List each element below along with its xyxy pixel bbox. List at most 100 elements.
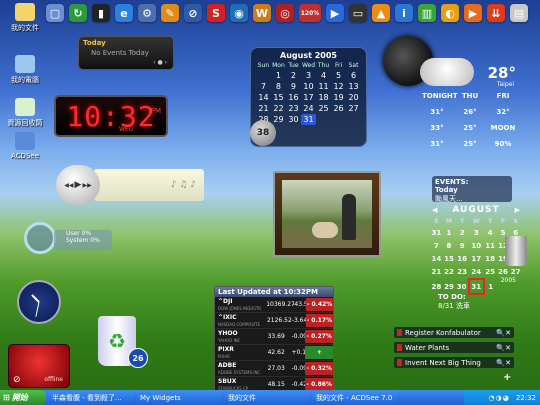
august-day[interactable]: 15	[443, 252, 456, 265]
august-day[interactable]: 1	[484, 279, 497, 294]
recycle-bin-widget[interactable]: ♻ 26	[94, 312, 148, 370]
todo-add-button[interactable]: +	[503, 372, 511, 383]
august-day[interactable]: 11	[484, 239, 497, 252]
desktop-icon[interactable]: ▢	[46, 4, 64, 22]
calendar-day[interactable]: 20	[346, 92, 361, 103]
winamp-icon[interactable]: W	[253, 4, 271, 22]
calendar-day[interactable]: 9	[286, 81, 301, 92]
notes-icon[interactable]: ▤	[510, 4, 528, 22]
desktop-icon-item[interactable]: 我的電腦	[5, 55, 45, 85]
calendar-day[interactable]: 15	[271, 92, 286, 103]
globe-icon[interactable]: ◉	[230, 4, 248, 22]
forward-icon[interactable]: ▶	[464, 4, 482, 22]
august-day[interactable]: 23	[455, 265, 469, 279]
calendar-day[interactable]: 11	[316, 81, 331, 92]
august-day[interactable]: 31	[430, 226, 443, 239]
calendar-day[interactable]: 5	[331, 70, 346, 81]
august-day[interactable]: 8	[443, 239, 456, 252]
events-widget-dots[interactable]: ‹ ● ›	[153, 59, 167, 66]
calendar-day[interactable]	[346, 114, 361, 125]
august-day[interactable]: 10	[469, 239, 484, 252]
todo-item-actions-icon[interactable]: 🔍✕	[496, 329, 514, 337]
august-day[interactable]: 16	[455, 252, 469, 265]
august-day[interactable]: 29	[443, 279, 456, 294]
calendar-day[interactable]: 1	[271, 70, 286, 81]
august-day[interactable]: 2	[455, 226, 469, 239]
todo-checkbox[interactable]	[397, 329, 402, 336]
august-day[interactable]: 21	[430, 265, 443, 279]
vlc-icon[interactable]: ▲	[372, 4, 390, 22]
desktop-icon-item[interactable]: ACDSee	[5, 132, 45, 160]
calendar-day[interactable]: 23	[286, 103, 301, 114]
calendar-day[interactable]: 26	[331, 103, 346, 114]
calendar-day[interactable]: 8	[271, 81, 286, 92]
calendar-day[interactable]	[316, 114, 331, 125]
calendar-day[interactable]: 3	[301, 70, 316, 81]
todo-checkbox[interactable]	[397, 359, 402, 366]
taskbar-window-button[interactable]: My Widgets	[136, 390, 222, 405]
calendar-day[interactable]: 12	[331, 81, 346, 92]
calendar-day[interactable]: 7	[256, 81, 271, 92]
down-arrow-icon[interactable]: ⇊	[487, 4, 505, 22]
ie-icon[interactable]: e	[115, 4, 133, 22]
calendar-day[interactable]: 10	[301, 81, 316, 92]
calendar-day[interactable]	[331, 114, 346, 125]
calendar-day[interactable]: 30	[286, 114, 301, 125]
august-next-icon[interactable]: ▶	[515, 206, 520, 214]
todo-item-actions-icon[interactable]: 🔍✕	[496, 344, 514, 352]
august-day[interactable]: 4	[484, 226, 497, 239]
refresh-icon[interactable]: ↻	[69, 4, 87, 22]
august-day[interactable]: 3	[469, 226, 484, 239]
info-icon[interactable]: i	[395, 4, 413, 22]
august-day[interactable]: 18	[484, 252, 497, 265]
august-day[interactable]: 24	[469, 265, 484, 279]
august-day[interactable]: 17	[469, 252, 484, 265]
august-prev-icon[interactable]: ◀	[432, 206, 437, 214]
august-day[interactable]: 22	[443, 265, 456, 279]
august-day[interactable]: 9	[455, 239, 469, 252]
taskbar-window-button[interactable]: 我的文件 - ACDSee 7.0	[312, 390, 398, 405]
calendar-day[interactable]: 29	[271, 114, 286, 125]
play-icon[interactable]: ▶	[326, 4, 344, 22]
calendar-day[interactable]: 24	[301, 103, 316, 114]
shell-icon[interactable]: ◐	[441, 4, 459, 22]
spyware-icon[interactable]: ⊘	[184, 4, 202, 22]
desktop-icon-item[interactable]: 資源回收筒	[5, 98, 45, 128]
battery-icon[interactable]: ▥	[418, 4, 436, 22]
stock-row[interactable]: YHOO YAHOO INC 33.69 -0.09- 0.27%	[215, 329, 333, 345]
percent-icon[interactable]: 120%	[299, 4, 321, 22]
august-day[interactable]: 25	[484, 265, 497, 279]
calendar-day[interactable]: 25	[316, 103, 331, 114]
s-app-icon[interactable]: S	[207, 4, 225, 22]
small-recycle-bin-icon[interactable]	[505, 236, 527, 266]
calendar-day[interactable]: 4	[316, 70, 331, 81]
calendar-day[interactable]: 18	[316, 92, 331, 103]
calendar-day[interactable]: 19	[331, 92, 346, 103]
august-day[interactable]: 31	[467, 278, 485, 295]
calendar-day[interactable]: 22	[271, 103, 286, 114]
august-day[interactable]: 7	[430, 239, 443, 252]
todo-checkbox[interactable]	[397, 344, 402, 351]
todo-item[interactable]: Water Plants 🔍✕	[394, 342, 514, 353]
fast-forward-icon[interactable]: ▶▶	[82, 182, 91, 189]
calendar-day[interactable]: 31	[300, 114, 317, 125]
screen-icon[interactable]: ▭	[349, 4, 367, 22]
taskbar-window-button[interactable]: 半森看腹 - 看到殺了...	[48, 390, 134, 405]
calendar-day[interactable]: 16	[286, 92, 301, 103]
media-icon[interactable]: ◎	[276, 4, 294, 22]
stock-row[interactable]: ADBE ADOBE SYSTEMS INC 27.03 -0.09- 0.32%	[215, 361, 333, 377]
start-button[interactable]: ⊞ 開始	[0, 390, 46, 405]
stock-row[interactable]: ^DJI DOW JONES INDUSTR 10369.27 -43.55- 0.4…	[215, 297, 333, 313]
august-day[interactable]: 28	[430, 279, 443, 294]
calendar-day[interactable]: 14	[256, 92, 271, 103]
stock-row[interactable]: ^IXIC NASDAQ COMPOSITE 2126.52 -3.64- 0.17%	[215, 313, 333, 329]
stock-row[interactable]: PIXRPIXAR42.62+0.15+ 0.35%	[215, 345, 333, 369]
play-button-icon[interactable]: ▶	[75, 180, 82, 190]
calendar-day[interactable]: 21	[256, 103, 271, 114]
calendar-day[interactable]	[256, 70, 271, 81]
todo-item[interactable]: Invent Next Big Thing 🔍✕	[394, 357, 514, 368]
august-day[interactable]: 30	[455, 279, 469, 294]
tools-icon[interactable]: ✎	[161, 4, 179, 22]
taskbar-window-button[interactable]: 我的文件	[224, 390, 310, 405]
calendar-day[interactable]: 13	[346, 81, 361, 92]
